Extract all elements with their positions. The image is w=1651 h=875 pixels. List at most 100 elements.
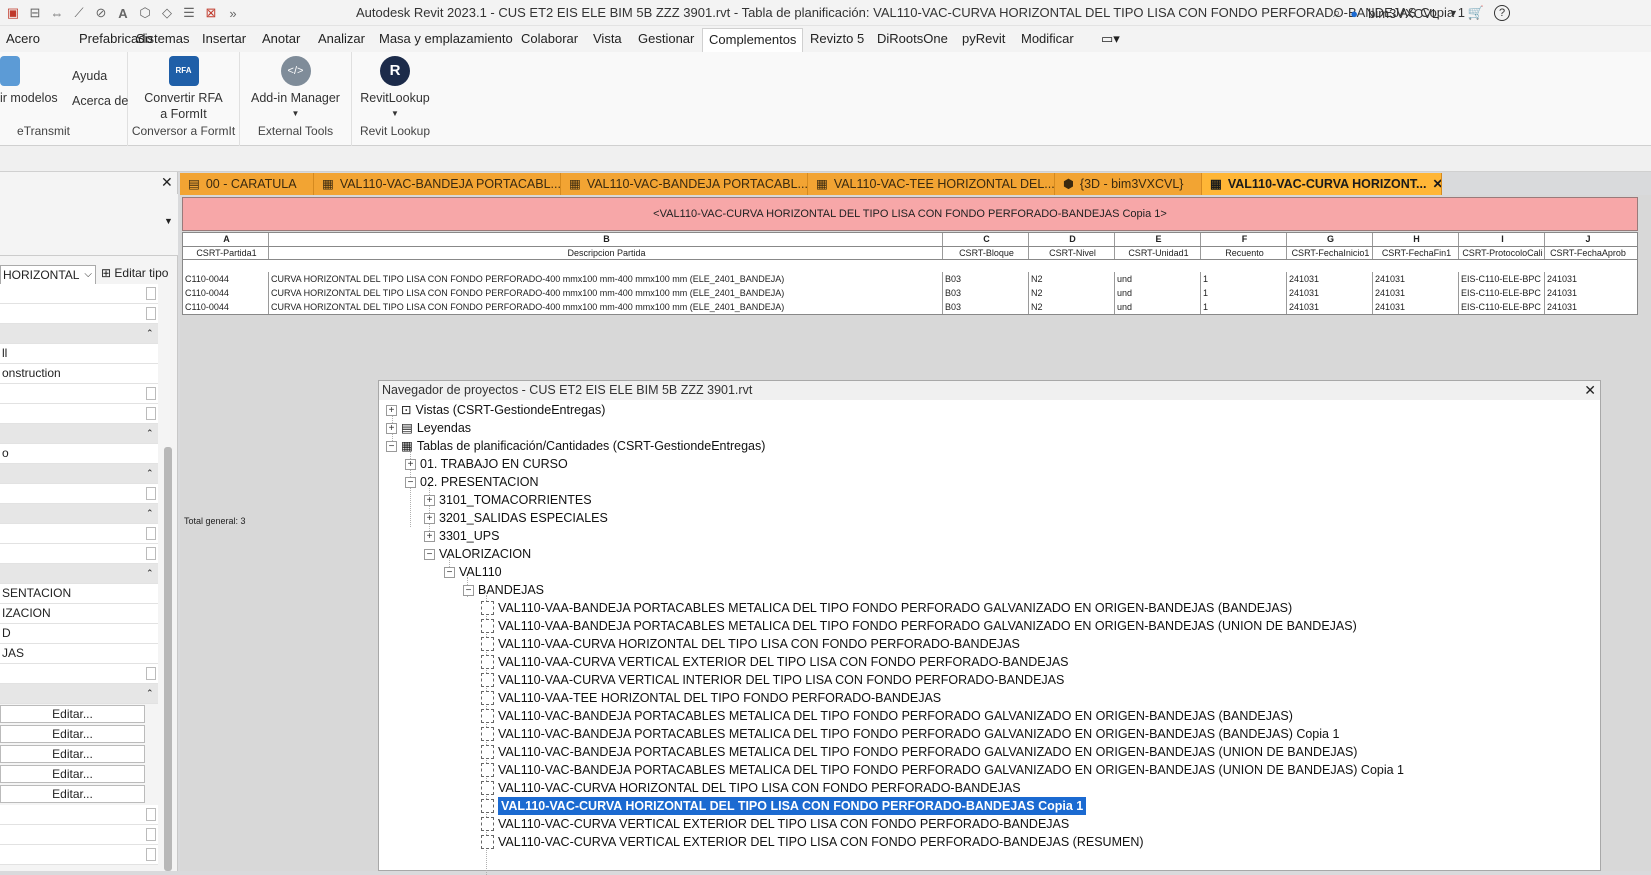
edit-button[interactable]: Editar... xyxy=(0,785,145,803)
tab-pyrevit[interactable]: pyRevit xyxy=(956,30,1011,50)
property-row[interactable] xyxy=(0,404,158,424)
measure-icon[interactable]: ⟋ xyxy=(70,4,88,22)
type-selector[interactable]: HORIZONTAL ⌵ xyxy=(0,265,96,285)
table-cell[interactable]: EIS-C110-ELE-BPC xyxy=(1459,286,1545,300)
collapse-icon[interactable]: − xyxy=(386,440,397,452)
property-row[interactable] xyxy=(0,284,158,304)
tree-node-presentacion[interactable]: −02. PRESENTACION xyxy=(405,473,539,491)
section-icon[interactable]: ◇ xyxy=(158,4,176,22)
schedule-list-item[interactable]: VAL110-VAC-CURVA HORIZONTAL DEL TIPO LIS… xyxy=(481,779,1021,797)
column-letter[interactable]: C xyxy=(943,233,1029,246)
collapse-icon[interactable]: ⌃ xyxy=(146,464,154,483)
column-header[interactable]: CSRT-FechaAprob xyxy=(1545,247,1629,259)
3d-view-icon[interactable]: ⬡ xyxy=(136,4,154,22)
view-tab[interactable]: ▦ VAL110-VAC-TEE HORIZONTAL DEL... xyxy=(808,173,1055,195)
property-row[interactable] xyxy=(0,845,158,865)
schedule-list-item[interactable]: VAL110-VAC-BANDEJA PORTACABLES METALICA … xyxy=(481,761,1404,779)
column-letter[interactable]: I xyxy=(1459,233,1545,246)
tab-insertar[interactable]: Insertar xyxy=(196,30,252,50)
column-header[interactable]: Recuento xyxy=(1201,247,1287,259)
property-row[interactable]: IZACION xyxy=(0,604,158,624)
more-icon[interactable]: » xyxy=(224,4,242,22)
schedule-list-item[interactable]: VAL110-VAA-BANDEJA PORTACABLES METALICA … xyxy=(481,599,1292,617)
close-icon[interactable]: ✕ xyxy=(1432,173,1441,195)
table-cell[interactable]: C110-0044 xyxy=(183,272,269,286)
chevron-down-icon[interactable]: ▼ xyxy=(164,216,173,226)
schedule-list-item[interactable]: VAL110-VAA-TEE HORIZONTAL DEL TIPO FONDO… xyxy=(481,689,941,707)
table-cell[interactable]: 241031 xyxy=(1287,272,1373,286)
table-cell[interactable]: 241031 xyxy=(1373,300,1459,314)
revit-lookup-button[interactable]: R RevitLookup ▼ xyxy=(352,56,438,122)
align-icon[interactable]: ⊟ xyxy=(26,4,44,22)
save-icon[interactable]: ▣ xyxy=(4,4,22,22)
tab-sistemas[interactable]: Sistemas xyxy=(130,30,195,50)
checkbox[interactable] xyxy=(146,828,156,841)
tab-masa[interactable]: Masa y emplazamiento xyxy=(373,30,519,50)
tab-vista[interactable]: Vista xyxy=(587,30,628,50)
column-header[interactable]: Descripcion Partida xyxy=(269,247,943,259)
property-group-header[interactable]: ⌃ xyxy=(0,504,158,524)
ribbon-options-icon[interactable]: ▭▾ xyxy=(1095,30,1126,50)
about-button[interactable]: Acerca de xyxy=(72,93,128,109)
table-cell[interactable]: 241031 xyxy=(1373,272,1459,286)
tab-modificar[interactable]: Modificar xyxy=(1015,30,1080,50)
expand-icon[interactable]: + xyxy=(386,422,397,434)
column-letter[interactable]: E xyxy=(1115,233,1201,246)
dimension-icon[interactable]: ⇔ xyxy=(48,4,66,22)
table-cell[interactable]: CURVA HORIZONTAL DEL TIPO LISA CON FONDO… xyxy=(269,300,943,314)
table-cell[interactable]: B03 xyxy=(943,300,1029,314)
tab-acero[interactable]: Acero xyxy=(0,30,46,50)
collapse-icon[interactable]: ⌃ xyxy=(146,504,154,523)
property-group-header[interactable]: ⌃ xyxy=(0,564,158,584)
table-cell[interactable]: CURVA HORIZONTAL DEL TIPO LISA CON FONDO… xyxy=(269,286,943,300)
table-cell[interactable]: EIS-C110-ELE-BPC xyxy=(1459,300,1545,314)
schedule-list-item[interactable]: VAL110-VAC-CURVA VERTICAL EXTERIOR DEL T… xyxy=(481,833,1144,851)
checkbox[interactable] xyxy=(146,547,156,560)
table-row[interactable]: C110-0044 CURVA HORIZONTAL DEL TIPO LISA … xyxy=(182,286,1638,300)
property-row[interactable] xyxy=(0,805,158,825)
property-group-header[interactable]: ⌃ xyxy=(0,324,158,344)
tree-node-salidas[interactable]: +3201_SALIDAS ESPECIALES xyxy=(424,509,608,527)
column-header[interactable]: CSRT-Bloque xyxy=(943,247,1029,259)
edit-button[interactable]: Editar... xyxy=(0,745,145,763)
tree-node-vistas[interactable]: + ⊡ Vistas (CSRT-GestiondeEntregas) xyxy=(386,401,605,419)
cart-icon[interactable]: 🛒 xyxy=(1468,5,1484,21)
convert-rfa-button[interactable]: RFA Convertir RFA a FormIt xyxy=(128,56,239,122)
table-cell[interactable]: 241031 xyxy=(1545,300,1629,314)
column-letter[interactable]: H xyxy=(1373,233,1459,246)
tab-dirootsone[interactable]: DiRootsOne xyxy=(871,30,954,50)
property-row[interactable] xyxy=(0,484,158,504)
thin-lines-icon[interactable]: ☰ xyxy=(180,4,198,22)
tab-complementos[interactable]: Complementos xyxy=(702,28,804,52)
table-cell[interactable]: und xyxy=(1115,272,1201,286)
collapse-icon[interactable]: − xyxy=(424,548,435,560)
collapse-icon[interactable]: ⌃ xyxy=(146,324,154,343)
tree-node-toma[interactable]: +3101_TOMACORRIENTES xyxy=(424,491,592,509)
column-letter[interactable]: D xyxy=(1029,233,1115,246)
property-row[interactable] xyxy=(0,524,158,544)
close-hidden-icon[interactable]: ⊠ xyxy=(202,4,220,22)
property-group-header[interactable]: ⌃ xyxy=(0,464,158,484)
checkbox[interactable] xyxy=(146,848,156,861)
close-icon[interactable]: ✕ xyxy=(1584,382,1596,399)
checkbox[interactable] xyxy=(146,527,156,540)
collapse-icon[interactable]: − xyxy=(405,476,416,488)
tree-node-valorizacion[interactable]: − VALORIZACION xyxy=(424,545,531,563)
checkbox[interactable] xyxy=(146,387,156,400)
chevron-down-icon[interactable]: ▼ xyxy=(1449,8,1458,18)
table-cell[interactable]: C110-0044 xyxy=(183,300,269,314)
tree-node-val110[interactable]: − VAL110 xyxy=(444,563,502,581)
property-row[interactable]: onstruction xyxy=(0,364,158,384)
table-row[interactable]: C110-0044 CURVA HORIZONTAL DEL TIPO LISA … xyxy=(182,300,1638,314)
property-row[interactable]: D xyxy=(0,624,158,644)
table-cell[interactable]: C110-0044 xyxy=(183,286,269,300)
expand-icon[interactable]: + xyxy=(405,458,416,470)
schedule-list-item[interactable]: VAL110-VAA-CURVA VERTICAL EXTERIOR DEL T… xyxy=(481,653,1069,671)
column-letter[interactable]: A xyxy=(183,233,269,246)
collapse-icon[interactable]: ⌃ xyxy=(146,564,154,583)
edit-type-button[interactable]: ⊞ Editar tipo xyxy=(101,266,168,280)
table-cell[interactable]: 1 xyxy=(1201,300,1287,314)
property-group-header[interactable]: ⌃ xyxy=(0,684,158,704)
view-tab[interactable]: ▤ 00 - CARATULA xyxy=(180,173,314,195)
tree-node-ups[interactable]: +3301_UPS xyxy=(424,527,499,545)
